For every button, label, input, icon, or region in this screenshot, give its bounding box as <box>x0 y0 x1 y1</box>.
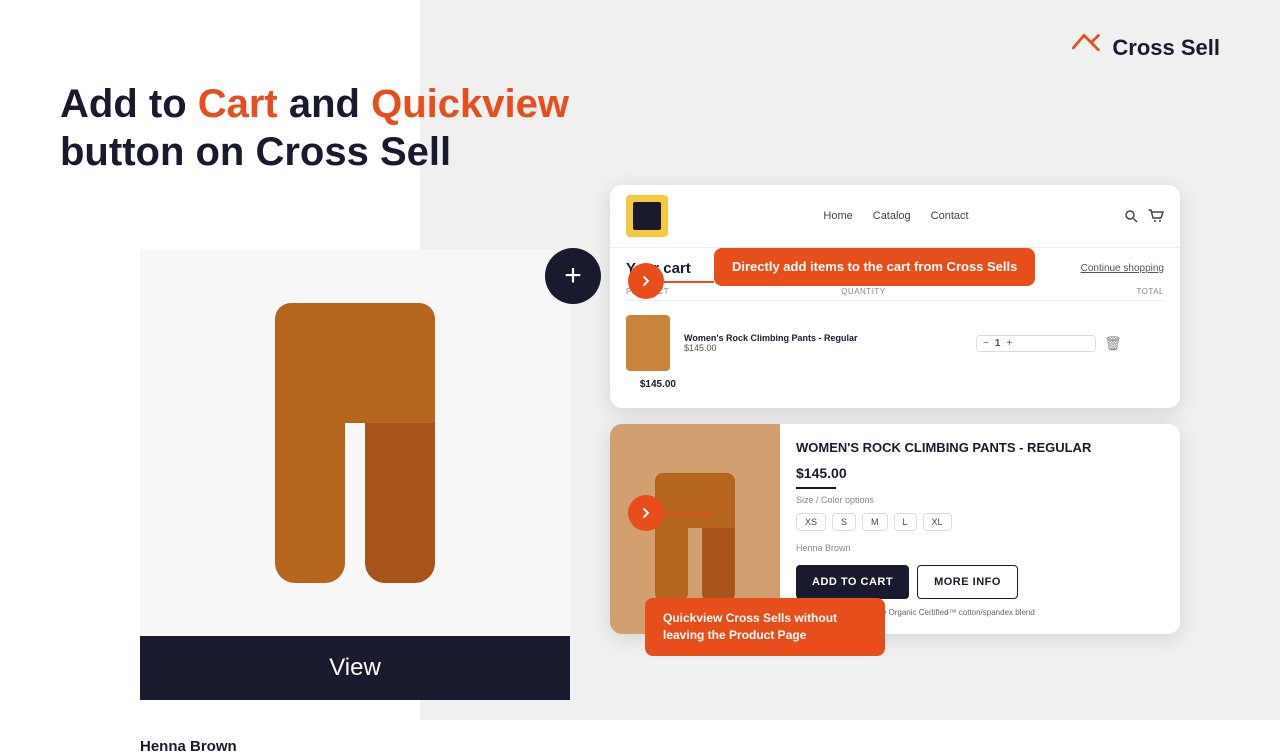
quickview-divider <box>796 487 836 489</box>
pants-leg-right <box>365 423 435 583</box>
arrow-bottom-button[interactable] <box>628 495 664 531</box>
nav-contact[interactable]: Contact <box>931 210 969 222</box>
quickview-options-label: Size / Color options <box>796 495 1164 505</box>
quickview-product-name: WOMEN'S ROCK CLIMBING PANTS - REGULAR <box>796 440 1164 457</box>
quickview-buttons: ADD TO CART MORE INFO <box>796 565 1164 599</box>
store-nav: Home Catalog Contact <box>823 210 968 222</box>
connector-line-top <box>664 281 714 283</box>
quickview-color-row: Henna Brown <box>796 543 1164 553</box>
cart-card: Home Catalog Contact Your cart Continue … <box>610 185 1180 408</box>
cart-item-price: $145.00 <box>684 343 968 353</box>
quantity-control[interactable]: − 1 + <box>976 335 1096 352</box>
add-to-cart-button[interactable]: ADD TO CART <box>796 565 909 599</box>
logo-area: Cross Sell <box>1066 30 1220 66</box>
product-image-container <box>140 250 570 636</box>
qty-minus[interactable]: − <box>983 338 989 349</box>
col-total: TOTAL <box>1056 287 1164 296</box>
callout-top: Directly add items to the cart from Cros… <box>714 248 1035 286</box>
size-l[interactable]: L <box>894 513 917 531</box>
size-xs[interactable]: XS <box>796 513 826 531</box>
headline: Add to Cart and Quickview button on Cros… <box>60 80 569 176</box>
cart-item-thumbnail <box>626 315 670 371</box>
plus-icon: + <box>545 248 601 304</box>
more-info-button[interactable]: MORE INFO <box>917 565 1018 599</box>
cart-item-name: Women's Rock Climbing Pants - Regular <box>684 333 968 343</box>
cart-item-info: Women's Rock Climbing Pants - Regular $1… <box>684 333 968 353</box>
size-m[interactable]: M <box>862 513 888 531</box>
store-logo <box>626 195 668 237</box>
cart-table-header: PRODUCT QUANTITY TOTAL <box>626 287 1164 301</box>
qty-number: 1 <box>995 338 1001 349</box>
cart-item-row: Women's Rock Climbing Pants - Regular $1… <box>626 309 1164 396</box>
connector-line-bottom <box>664 513 714 515</box>
pants-image <box>265 303 445 583</box>
pants-leg-left <box>275 423 345 583</box>
callout-bottom: Quickview Cross Sells without leaving th… <box>645 598 885 656</box>
quickview-pants <box>650 473 740 603</box>
delete-icon[interactable]: 🗑 <box>1104 335 1164 352</box>
col-quantity: QUANTITY <box>841 287 1056 296</box>
cart-item-total: $145.00 <box>626 379 676 390</box>
size-xl[interactable]: XL <box>923 513 952 531</box>
store-header: Home Catalog Contact <box>610 185 1180 248</box>
quickview-size-row: XS S M L XL <box>796 513 1164 531</box>
headline-line2: button on Cross Sell <box>60 128 569 176</box>
arrow-top-button[interactable] <box>628 263 664 299</box>
cart-icon[interactable] <box>1148 209 1164 223</box>
view-button[interactable]: View <box>140 636 570 700</box>
product-label: Henna Brown <box>140 738 237 755</box>
store-icons <box>1124 209 1164 223</box>
quickview-price: $145.00 <box>796 465 1164 481</box>
headline-line1: Add to Cart and Quickview <box>60 80 569 128</box>
nav-home[interactable]: Home <box>823 210 852 222</box>
pants-waist <box>275 303 435 423</box>
search-icon[interactable] <box>1124 209 1138 223</box>
logo-text: Cross Sell <box>1112 35 1220 61</box>
product-panel: View <box>140 250 570 700</box>
nav-catalog[interactable]: Catalog <box>873 210 911 222</box>
store-logo-inner <box>633 202 661 230</box>
size-s[interactable]: S <box>832 513 856 531</box>
qty-plus[interactable]: + <box>1006 338 1012 349</box>
continue-shopping-link[interactable]: Continue shopping <box>1081 263 1164 274</box>
cross-sell-icon <box>1066 30 1102 66</box>
color-label-text: Henna Brown <box>796 543 851 553</box>
